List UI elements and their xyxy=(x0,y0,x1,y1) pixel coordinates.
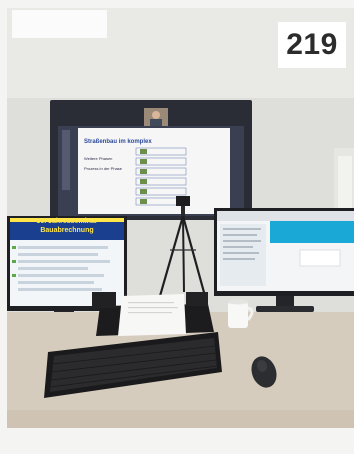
paper-sheet xyxy=(118,294,186,336)
tv-slide-bullet: Prozess in der Phase xyxy=(84,166,123,171)
wall-tv xyxy=(50,100,252,220)
blue-header xyxy=(270,221,354,243)
seminar-banner-line2: Bauabrechnung xyxy=(40,227,94,234)
seminar-banner-line1: 30. Jahresseminar xyxy=(36,218,98,225)
ceiling-light xyxy=(12,10,107,38)
document-tray xyxy=(92,292,214,336)
tv-slide-title: Straßenbau im komplex xyxy=(84,139,152,145)
tv-slide-bullet: Weitere Phasen xyxy=(84,156,113,161)
number-badge: 219 xyxy=(278,22,346,68)
